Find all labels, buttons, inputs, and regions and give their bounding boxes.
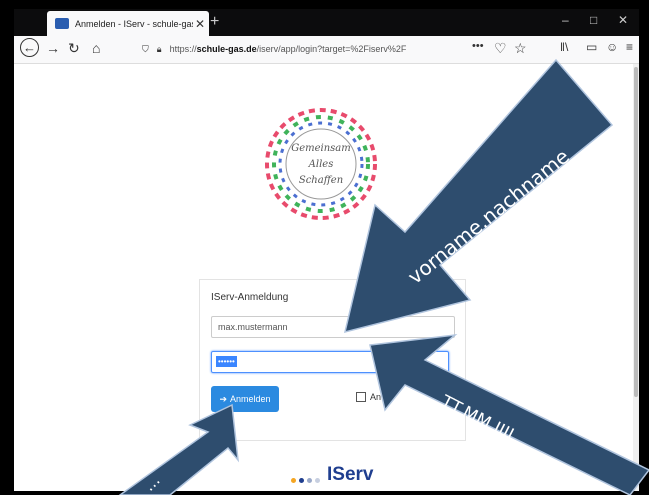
forward-icon[interactable]: →: [46, 40, 60, 56]
dot: [315, 478, 320, 483]
home-icon[interactable]: ⌂: [92, 40, 100, 56]
url-bar[interactable]: ⛉ 🔒︎ https:// schule-gas.de /iserv/app/l…: [142, 39, 522, 59]
more-icon[interactable]: •••: [472, 40, 484, 52]
logo-line2: Alles: [308, 159, 334, 170]
tab-login[interactable]: Anmelden - IServ - schule-gas. ✕: [47, 11, 209, 36]
new-tab-icon[interactable]: +: [210, 13, 219, 31]
brand-dots-icon: [291, 478, 323, 483]
back-icon[interactable]: ←: [20, 38, 39, 57]
dot: [307, 478, 312, 483]
account-icon[interactable]: ☺: [606, 40, 618, 54]
close-window-icon[interactable]: ✕: [618, 13, 628, 27]
password-mask: ••••••: [216, 356, 237, 367]
url-domain: schule-gas.de: [196, 44, 257, 54]
login-panel: IServ-Anmeldung max.mustermann •••••• ➔ …: [199, 279, 466, 441]
password-input[interactable]: ••••••: [211, 351, 449, 373]
page-content: Gemeinsam Alles Schaffen IServ-Anmeldung…: [14, 64, 639, 491]
iserv-brand: IServ: [327, 464, 374, 485]
login-heading: IServ-Anmeldung: [211, 292, 289, 303]
reload-icon[interactable]: ↻: [68, 40, 80, 57]
sidebar-icon[interactable]: ▭: [586, 40, 597, 54]
pocket-icon[interactable]: ♡: [494, 40, 507, 57]
library-icon[interactable]: ‖\: [560, 40, 568, 54]
lock-icon: 🔒︎: [156, 43, 162, 54]
bookmark-icon[interactable]: ☆: [514, 40, 527, 57]
url-prefix: https://: [169, 44, 197, 54]
maximize-icon[interactable]: □: [590, 13, 597, 27]
login-button-label: Anmelden: [230, 394, 271, 404]
remember-checkbox[interactable]: An: [356, 392, 381, 402]
shield-icon: ⛉: [142, 43, 149, 54]
scrollbar-thumb[interactable]: [634, 67, 638, 397]
username-input[interactable]: max.mustermann: [211, 316, 455, 338]
url-path: /iserv/app/login?target=%2Fiserv%2F: [256, 44, 407, 54]
iserv-logo: IServ: [291, 464, 373, 486]
favicon-icon: [55, 18, 69, 29]
school-logo: Gemeinsam Alles Schaffen: [265, 108, 377, 220]
tab-bar: Anmelden - IServ - schule-gas. ✕ + – □ ✕: [14, 9, 639, 36]
tab-title: Anmelden - IServ - schule-gas.: [75, 18, 193, 29]
close-tab-icon[interactable]: ✕: [195, 17, 205, 31]
menu-icon[interactable]: ≡: [626, 40, 633, 54]
remember-label: An: [370, 392, 382, 402]
browser-window: Anmelden - IServ - schule-gas. ✕ + – □ ✕…: [14, 9, 639, 491]
login-icon: ➔: [219, 393, 227, 404]
logo-line3: Schaffen: [299, 175, 343, 186]
dot: [299, 478, 304, 483]
nav-bar: ← → ↻ ⌂ ⛉ 🔒︎ https:// schule-gas.de /ise…: [14, 36, 639, 64]
login-button[interactable]: ➔ Anmelden: [211, 386, 279, 412]
logo-line1: Gemeinsam: [291, 143, 351, 154]
dot: [291, 478, 296, 483]
minimize-icon[interactable]: –: [562, 13, 569, 27]
checkbox-icon: [356, 392, 366, 402]
